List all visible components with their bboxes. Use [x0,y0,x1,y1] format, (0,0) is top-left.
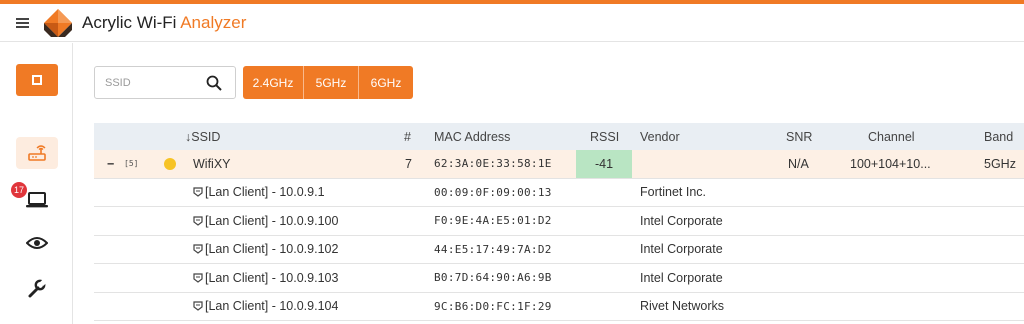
client-name-label: [Lan Client] - 10.0.9.103 [205,270,339,285]
client-vendor: Fortinet Inc. [640,185,706,200]
client-mac: 00:09:0F:09:00:13 [434,185,552,199]
client-name: [Lan Client] - 10.0.9.1 [193,179,325,207]
app-title: Acrylic Wi-Fi Analyzer [82,13,246,33]
client-vendor: Rivet Networks [640,299,725,314]
client-vendor: Intel Corporate [640,213,723,228]
band-filter-5ghz[interactable]: 5GHz [304,66,359,99]
client-mac: F0:9E:4A:E5:01:D2 [434,214,552,228]
client-count: [5] [124,159,139,169]
column-header-band[interactable]: Band [984,123,1013,150]
client-name: [Lan Client] - 10.0.9.100 [193,207,338,235]
column-header-snr[interactable]: SNR [786,123,812,150]
table-row[interactable]: [Lan Client] - 10.0.9.102 44:E5:17:49:7A… [94,236,1024,264]
laptop-icon [26,192,48,208]
column-header-channel[interactable]: Channel [868,123,915,150]
stop-capture-button[interactable] [16,64,58,96]
network-number: 7 [405,156,412,171]
sidebar-item-tools[interactable] [16,273,58,305]
lan-client-icon [193,216,203,226]
client-name-label: [Lan Client] - 10.0.9.100 [205,213,339,228]
client-mac: 9C:B6:D0:FC:1F:29 [434,299,552,313]
column-header-number[interactable]: # [404,123,411,150]
table-row[interactable]: [Lan Client] - 10.0.9.1 00:09:0F:09:00:1… [94,179,1024,207]
router-icon [28,145,46,161]
ssid-search [94,66,236,99]
column-header-mac[interactable]: MAC Address [434,123,510,150]
band-filter-6ghz[interactable]: 6GHz [359,66,413,99]
table-row[interactable]: [Lan Client] - 10.0.9.104 9C:B6:D0:FC:1F… [94,293,1024,321]
network-row[interactable]: − [5] WifiXY 7 62:3A:0E:33:58:1E -41 N/A… [94,150,1024,179]
app-title-accent: Analyzer [180,13,247,32]
status-dot-icon [164,157,176,170]
client-name: [Lan Client] - 10.0.9.102 [193,236,338,264]
network-channel: 100+104+10... [850,156,931,171]
column-header-ssid[interactable]: ↓SSID [185,123,220,150]
band-filter-2-4ghz[interactable]: 2.4GHz [243,66,304,99]
network-rssi: -41 [576,150,632,178]
ssid-search-input[interactable] [96,68,196,97]
table-header-row: ↓SSID # MAC Address RSSI Vendor SNR Chan… [94,123,1024,150]
network-mac: 62:3A:0E:33:58:1E [434,157,552,171]
column-header-vendor[interactable]: Vendor [640,123,680,150]
table-row[interactable]: [Lan Client] - 10.0.9.103 B0:7D:64:90:A6… [94,264,1024,293]
app-logo [44,9,72,37]
client-name-label: [Lan Client] - 10.0.9.104 [205,299,339,314]
collapse-toggle[interactable]: − [107,150,114,178]
lan-client-icon [193,273,203,283]
client-name-label: [Lan Client] - 10.0.9.102 [205,242,339,257]
column-header-rssi[interactable]: RSSI [590,123,619,150]
client-vendor: Intel Corporate [640,270,723,285]
client-mac: B0:7D:64:90:A6:9B [434,271,552,285]
network-band: 5GHz [984,156,1016,171]
wrench-icon [28,279,47,298]
client-name-label: [Lan Client] - 10.0.9.1 [205,185,325,200]
app-header: Acrylic Wi-Fi Analyzer [0,4,1024,42]
sidebar-item-monitor[interactable] [16,227,58,259]
network-ssid: WifiXY [193,156,231,171]
table-row[interactable]: [Lan Client] - 10.0.9.100 F0:9E:4A:E5:01… [94,207,1024,236]
clients-count-badge: 17 [11,182,27,198]
client-vendor: Intel Corporate [640,242,723,257]
lan-client-icon [193,301,203,311]
eye-icon [26,237,48,249]
app-title-main: Acrylic Wi-Fi [82,13,181,32]
sidebar-item-networks[interactable] [16,137,58,169]
sidebar: 17 [0,43,73,324]
band-filter-group: 2.4GHz 5GHz 6GHz [243,66,413,99]
sidebar-item-clients[interactable]: 17 [11,182,58,216]
networks-table: ↓SSID # MAC Address RSSI Vendor SNR Chan… [94,123,1024,321]
network-status-indicator [164,150,176,178]
network-snr: N/A [788,156,809,171]
client-name: [Lan Client] - 10.0.9.103 [193,264,338,292]
lan-client-icon [193,244,203,254]
search-icon[interactable] [206,75,222,91]
hamburger-menu-icon[interactable] [16,16,32,30]
client-mac: 44:E5:17:49:7A:D2 [434,242,552,256]
client-name: [Lan Client] - 10.0.9.104 [193,293,338,321]
lan-client-icon [193,187,203,197]
